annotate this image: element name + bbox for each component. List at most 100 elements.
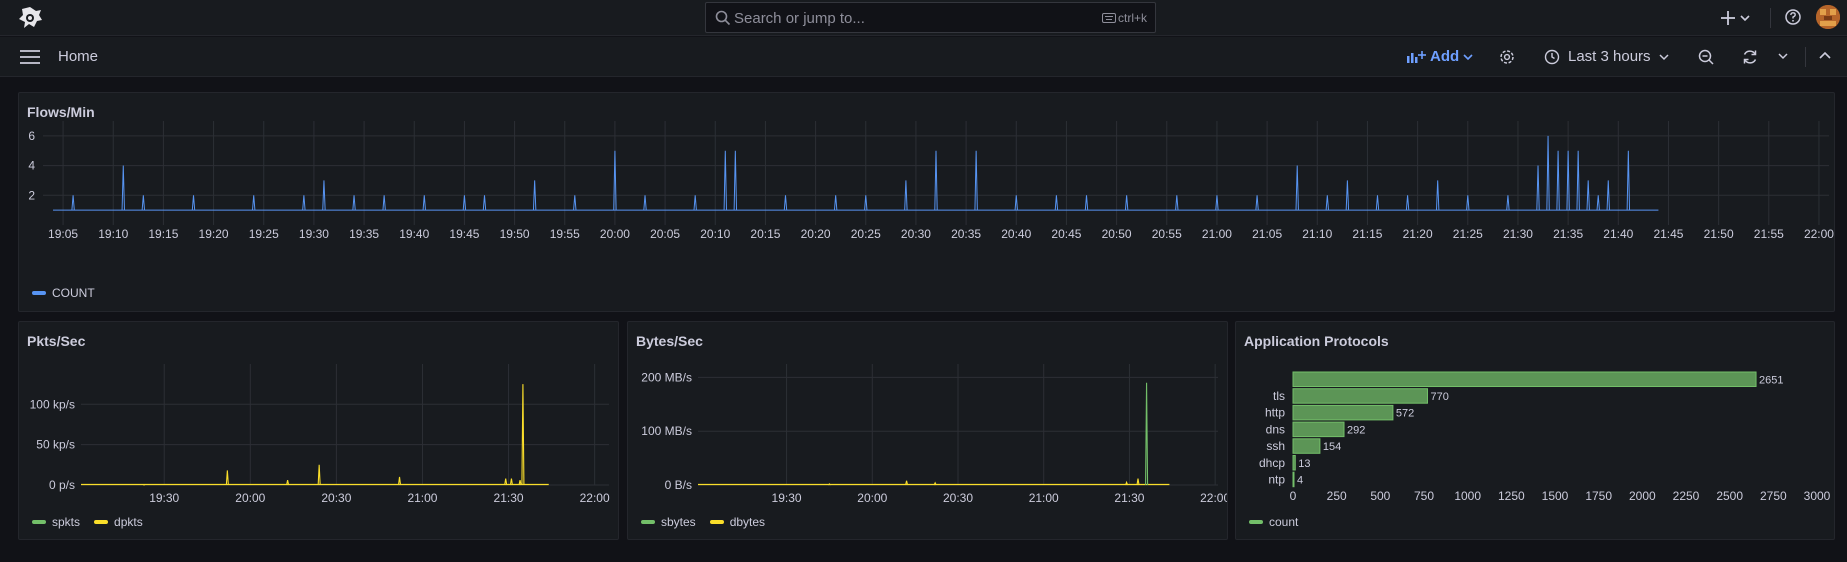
series-spike-count (693, 195, 697, 211)
user-avatar-icon (1816, 5, 1840, 29)
help-button[interactable] (1784, 8, 1802, 29)
series-spike-count (1124, 195, 1129, 211)
series-spike-count (302, 195, 306, 211)
plus-icon (1721, 11, 1750, 25)
search-icon (715, 10, 731, 26)
x-tick-label: 20:50 (1102, 227, 1132, 241)
series-spike-dpkts (317, 464, 321, 486)
x-tick-label: 21:10 (1302, 227, 1332, 241)
search-input[interactable]: Search or jump to... ctrl+k (705, 2, 1156, 33)
time-range-label: Last 3 hours (1568, 48, 1651, 65)
menu-icon[interactable] (20, 49, 40, 65)
dashboard-nav-bar: Home Add Last 3 hours (0, 37, 1847, 77)
legend-label: COUNT (52, 286, 95, 300)
series-spike-count (141, 195, 146, 211)
divider (1770, 8, 1771, 28)
legend-item-dbytes[interactable]: dbytes (709, 515, 765, 529)
x-tick-label: 21:30 (1114, 491, 1144, 505)
legend-item-count[interactable]: count (1249, 515, 1298, 529)
bar-value-label: 292 (1347, 424, 1365, 436)
legend-swatch (94, 520, 109, 524)
x-tick-label: 20:20 (801, 227, 831, 241)
series-spike-count (573, 195, 577, 211)
x-tick-label: 250 (1327, 489, 1347, 503)
legend-item-count[interactable]: COUNT (32, 286, 95, 300)
series-spike-count (1556, 150, 1560, 211)
breadcrumb-home[interactable]: Home (58, 48, 98, 65)
x-tick-label: 19:35 (349, 227, 379, 241)
x-tick-label: 1500 (1542, 489, 1569, 503)
series-spike-count (1546, 135, 1550, 211)
grafana-logo-icon[interactable] (16, 6, 44, 30)
y-tick-label: 100 kp/s (30, 397, 75, 411)
legend-swatch (709, 520, 724, 524)
bar (1292, 421, 1345, 438)
legend-item-sbytes[interactable]: sbytes (641, 515, 696, 529)
refresh-icon[interactable] (1741, 48, 1759, 66)
bar (1292, 404, 1394, 421)
new-button[interactable] (1720, 8, 1754, 31)
y-tick-label: 4 (28, 159, 35, 173)
panel-application-protocols: Application Protocols 0 250 500 750 1000 1250… (1235, 321, 1835, 540)
x-tick-label: 19:05 (48, 227, 78, 241)
series-spike-count (71, 195, 75, 211)
series-spike-sbytes (1145, 382, 1149, 486)
add-button-label: Add (1430, 48, 1460, 65)
chevron-up-icon[interactable] (1819, 51, 1831, 61)
series-spike-count (934, 150, 938, 211)
x-tick-label: 2000 (1629, 489, 1656, 503)
series-spike-count (833, 195, 838, 211)
x-tick-label: 19:55 (550, 227, 580, 241)
x-tick-label: 20:00 (235, 491, 265, 505)
x-tick-label: 21:00 (1202, 227, 1232, 241)
x-tick-label: 2250 (1673, 489, 1700, 503)
settings-gear-icon[interactable] (1498, 48, 1516, 66)
y-tick-label: 2 (28, 188, 35, 202)
bar (1292, 471, 1295, 488)
bar-value-label: 770 (1430, 391, 1448, 403)
series-spike-count (1295, 165, 1299, 211)
legend-item-spkts[interactable]: spkts (32, 515, 80, 529)
x-tick-label: 21:25 (1453, 227, 1483, 241)
y-tick-label: 200 MB/s (641, 370, 692, 384)
x-tick-label: 20:45 (1051, 227, 1081, 241)
x-tick-label: 19:50 (500, 227, 530, 241)
legend-label: count (1269, 515, 1299, 529)
y-tick-label: 50 kp/s (36, 438, 75, 452)
add-button[interactable]: Add (1406, 48, 1473, 65)
bar-value-label: 2651 (1759, 374, 1783, 386)
x-tick-label: 21:45 (1653, 227, 1683, 241)
x-tick-label: 1750 (1585, 489, 1612, 503)
y-tick-label: 6 (28, 129, 35, 143)
legend-swatch (641, 520, 655, 524)
x-tick-label: 19:30 (299, 227, 329, 241)
series-spike-count (1255, 195, 1259, 211)
chevron-down-icon (1659, 53, 1669, 60)
x-tick-label: 21:35 (1553, 227, 1583, 241)
legend-item-dpkts[interactable]: dpkts (94, 515, 143, 529)
x-tick-label: 19:30 (772, 491, 802, 505)
bar (1292, 371, 1757, 387)
chevron-down-icon[interactable] (1778, 52, 1788, 60)
flows-chart: 19:05 19:10 19:15 19:20 19:25 19:30 19:35 19:40… (28, 121, 1834, 241)
legend: spkts dpkts (32, 515, 143, 529)
keyboard-icon (1101, 13, 1116, 23)
legend-label: dpkts (114, 515, 143, 529)
bar-category-label: http (1265, 406, 1285, 420)
legend-swatch (32, 291, 46, 295)
clock-icon (1544, 49, 1560, 64)
series-spike-count (733, 150, 738, 211)
series-spike-count (382, 195, 386, 211)
series-spike-count (1626, 150, 1631, 211)
zoom-out-icon[interactable] (1697, 48, 1715, 66)
legend-label: sbytes (661, 515, 696, 529)
search-placeholder: Search or jump to... (734, 10, 865, 27)
bar (1292, 455, 1296, 471)
x-tick-label: 22:00 (1200, 491, 1227, 505)
time-range-picker[interactable]: Last 3 hours (1544, 48, 1669, 65)
divider (1805, 47, 1806, 67)
avatar[interactable] (1816, 5, 1840, 29)
x-tick-label: 20:40 (1001, 227, 1031, 241)
protocols-chart: 0 250 500 750 1000 1250 1500 1750 2000 2250 2500 27… (1259, 371, 1831, 503)
bar (1292, 438, 1321, 454)
